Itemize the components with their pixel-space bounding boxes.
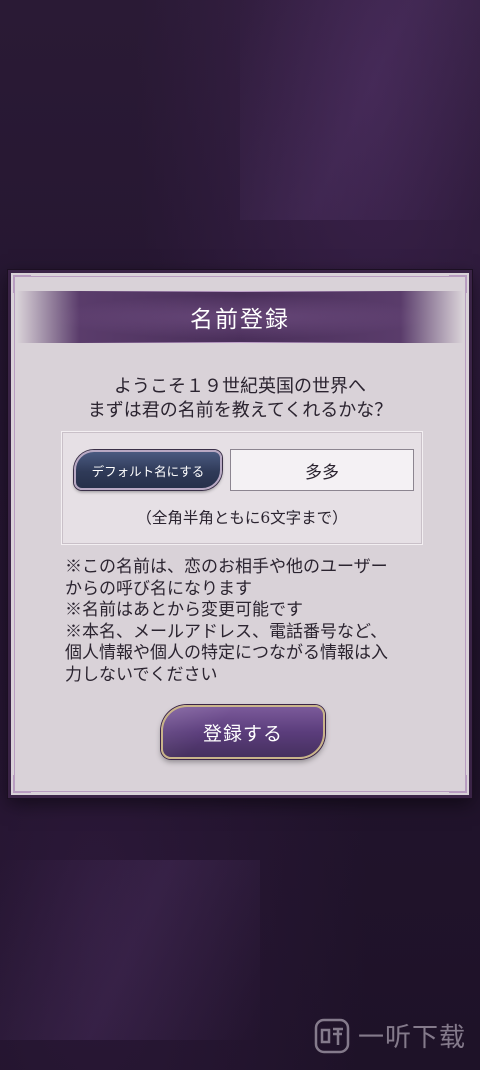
welcome-message-line: まずは君の名前を教えてくれるかな？ [87, 400, 393, 421]
default-name-button[interactable]: デフォルト名にする [74, 450, 222, 490]
corner-ornament [13, 775, 31, 793]
title-divider [77, 342, 403, 343]
dialog-title: 名前登録 [190, 307, 290, 333]
name-input[interactable] [230, 449, 414, 491]
watermark-text: 一听下载 [357, 1023, 466, 1053]
dialog-title-bar: 名前登録 [17, 291, 463, 343]
watermark-logo-icon [314, 1018, 350, 1053]
background-streak [240, 0, 480, 220]
notice-line: ※本名、メールアドレス、電話番号など、 [65, 621, 388, 642]
watermark: 一听下载 [314, 1017, 466, 1054]
notice-line: 個人情報や個人の特定につながる情報は入 [65, 643, 388, 663]
notice-line: ※名前はあとから変更可能です [65, 600, 303, 620]
notice-line: ※この名前は、恋のお相手や他のユーザー [65, 557, 388, 577]
corner-ornament [449, 775, 467, 793]
title-divider [77, 291, 403, 292]
welcome-message-line: ようこそ１９世紀英国の世界へ [114, 376, 366, 397]
register-button[interactable]: 登録する [161, 705, 325, 759]
name-entry-panel: デフォルト名にする （全角半角ともに6文字まで） [61, 431, 423, 545]
background-streak [0, 860, 260, 1040]
welcome-message: ようこそ１９世紀英国の世界へ まずは君の名前を教えてくれるかな？ [11, 375, 469, 423]
notice-line: からの呼び名になります [65, 578, 252, 599]
name-registration-dialog: 名前登録 ようこそ１９世紀英国の世界へ まずは君の名前を教えてくれるかな？ デフ… [8, 270, 472, 798]
notice-line: 力しないでください [65, 664, 218, 685]
notice-text: ※この名前は、恋のお相手や他のユーザー からの呼び名になります ※名前はあとから… [65, 557, 388, 686]
character-limit-note: （全角半角ともに6文字まで） [136, 509, 348, 527]
